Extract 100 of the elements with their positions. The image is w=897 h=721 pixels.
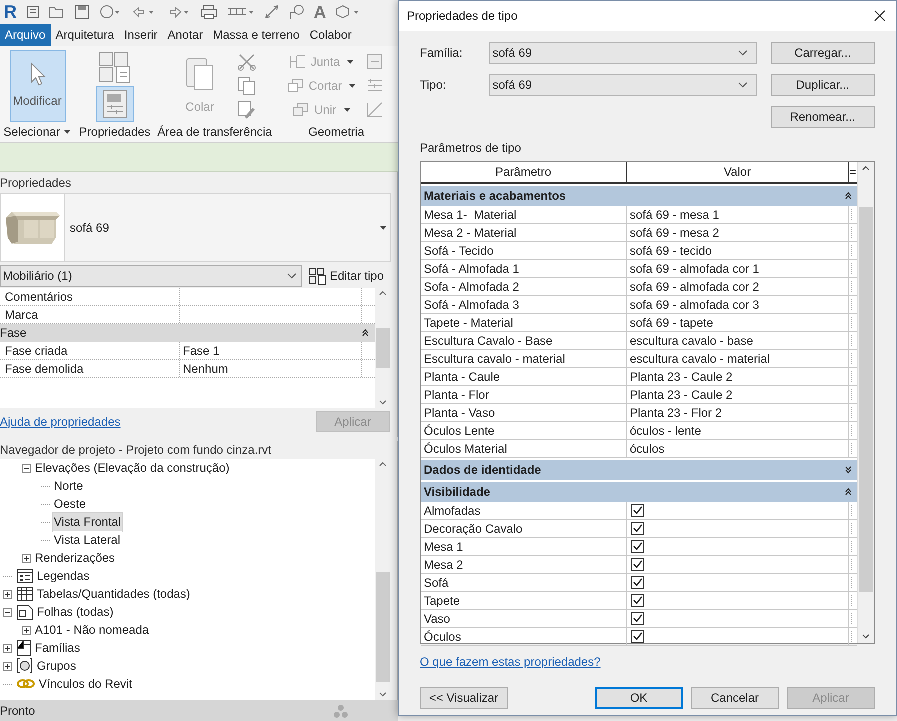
ribbon-tab[interactable]: Massa e terreno — [208, 24, 305, 46]
checkbox[interactable] — [631, 504, 644, 517]
parameter-value: Planta 23 - Caule 2 — [630, 368, 733, 386]
parameter-name: Sofá - Almofada 1 — [424, 260, 520, 278]
chevron-icon — [287, 273, 297, 279]
scroll-down-icon[interactable] — [379, 400, 387, 405]
parameter-name: Tapete - Material — [424, 314, 514, 332]
parameter-name: Sofá — [424, 574, 449, 592]
legend-icon — [17, 569, 33, 583]
parameter-value: sofa 69 - almofada cor 2 — [630, 278, 760, 296]
panel-label: Geometria — [308, 124, 365, 141]
scrollbar[interactable] — [857, 162, 874, 643]
cell-divider-icon — [849, 424, 855, 438]
collapse-icon[interactable] — [22, 464, 31, 472]
parameter-name: Planta - Caule — [424, 368, 500, 386]
ribbon-tab[interactable]: Anotar — [162, 24, 208, 46]
expand-icon[interactable] — [845, 466, 852, 474]
parameter-value: sofá 69 - tapete — [630, 314, 714, 332]
sheet-icon — [17, 604, 33, 620]
save-icon[interactable] — [74, 4, 90, 20]
dialog-button[interactable]: OK — [595, 687, 683, 709]
parameter-name: Sofá - Almofada 3 — [424, 296, 520, 314]
panel-label: Propriedades — [79, 124, 151, 141]
expand-icon[interactable] — [22, 626, 31, 634]
scroll-up-icon[interactable] — [379, 291, 387, 296]
clipboard-icon — [185, 56, 215, 92]
checkbox[interactable] — [631, 540, 644, 553]
cell-divider-icon — [849, 334, 855, 348]
copy-icon — [237, 76, 257, 96]
cell-divider-icon — [849, 352, 855, 366]
collapse-icon[interactable] — [3, 608, 12, 616]
checkbox[interactable] — [631, 522, 644, 535]
expand-icon[interactable] — [22, 554, 31, 562]
dimension-icon[interactable] — [264, 4, 280, 20]
dropdown[interactable]: sofá 69 — [488, 42, 757, 64]
parameter-name: Planta - Flor — [424, 386, 490, 404]
chevron-icon — [738, 82, 748, 88]
expand-icon[interactable] — [3, 662, 12, 670]
dialog-button[interactable]: Carregar... — [770, 42, 875, 64]
checkbox[interactable] — [631, 576, 644, 589]
tree-item[interactable]: Vista Frontal — [53, 513, 122, 531]
open-folder-icon[interactable] — [49, 5, 65, 19]
column-header: Valor — [627, 162, 849, 182]
collapse-icon[interactable] — [362, 329, 369, 337]
scroll-down-icon[interactable] — [862, 634, 870, 639]
shape-icon — [366, 53, 384, 71]
parameter-name: Óculos Material — [424, 440, 508, 458]
cell-divider-icon — [849, 630, 855, 644]
cell-divider-icon — [849, 540, 855, 554]
close-icon[interactable] — [874, 10, 886, 22]
ribbon-tool-button[interactable]: Modificar — [10, 50, 66, 122]
table-icon — [17, 587, 33, 601]
category-dropdown[interactable]: Mobiliário (1) — [0, 265, 302, 287]
parameter-name: Almofadas — [424, 502, 481, 520]
caret-icon[interactable] — [64, 130, 72, 134]
scroll-up-icon[interactable] — [379, 462, 387, 467]
property-name: Fase criada — [5, 342, 68, 360]
checkbox[interactable] — [631, 630, 644, 643]
ribbon-tab[interactable]: Arquivo — [0, 24, 51, 46]
property-name: Comentários — [5, 288, 74, 306]
ribbon-tab[interactable]: Colabor — [304, 24, 357, 46]
checkbox[interactable] — [631, 612, 644, 625]
dialog-button[interactable]: Cancelar — [691, 687, 779, 709]
collapse-icon[interactable] — [845, 488, 852, 496]
scrollbar[interactable] — [375, 459, 391, 700]
ribbon-tab[interactable]: Inserir — [119, 24, 163, 46]
parameter-name: Escultura cavalo - material — [424, 350, 566, 368]
help-link[interactable]: O que fazem estas propriedades? — [420, 653, 601, 671]
property-name: Fase demolida — [5, 360, 84, 378]
scroll-down-icon[interactable] — [379, 692, 387, 697]
help-link[interactable]: Ajuda de propriedades — [0, 412, 121, 430]
edit-type-button[interactable]: Editar tipo — [308, 267, 384, 285]
scissors-icon — [237, 52, 257, 72]
checkbox[interactable] — [631, 594, 644, 607]
window-title: Propriedades de tipo — [407, 8, 518, 25]
parameter-name: Sofá - Tecido — [424, 242, 494, 260]
section-label: Parâmetros de tipo — [420, 141, 522, 155]
dialog-button[interactable]: Duplicar... — [770, 74, 875, 96]
print-icon[interactable] — [200, 4, 218, 20]
caret-icon — [344, 108, 350, 112]
cell-divider-icon — [849, 576, 855, 590]
type-selector[interactable]: sofá 69 — [0, 193, 391, 262]
ribbon-tab[interactable]: Arquitetura — [50, 24, 120, 46]
text-tool-icon[interactable]: A — [314, 4, 326, 20]
parameter-value: sofá 69 - mesa 2 — [630, 224, 720, 242]
dialog-button[interactable]: Renomear... — [770, 106, 875, 128]
cell-divider-icon — [849, 280, 855, 294]
expand-icon[interactable] — [3, 590, 12, 598]
collapse-icon[interactable] — [845, 192, 852, 200]
scrollbar[interactable] — [375, 288, 391, 408]
preview-button[interactable]: << Visualizar — [420, 687, 508, 709]
scroll-up-icon[interactable] — [862, 166, 870, 171]
app-logo[interactable]: R — [4, 3, 17, 21]
document-icon[interactable] — [26, 5, 40, 19]
expand-icon[interactable] — [3, 644, 12, 652]
parameter-name: Óculos — [424, 628, 462, 646]
dropdown[interactable]: sofá 69 — [488, 74, 757, 96]
parameter-value: escultura cavalo - material — [630, 350, 770, 368]
group-header: Visibilidade — [424, 484, 490, 501]
checkbox[interactable] — [631, 558, 644, 571]
